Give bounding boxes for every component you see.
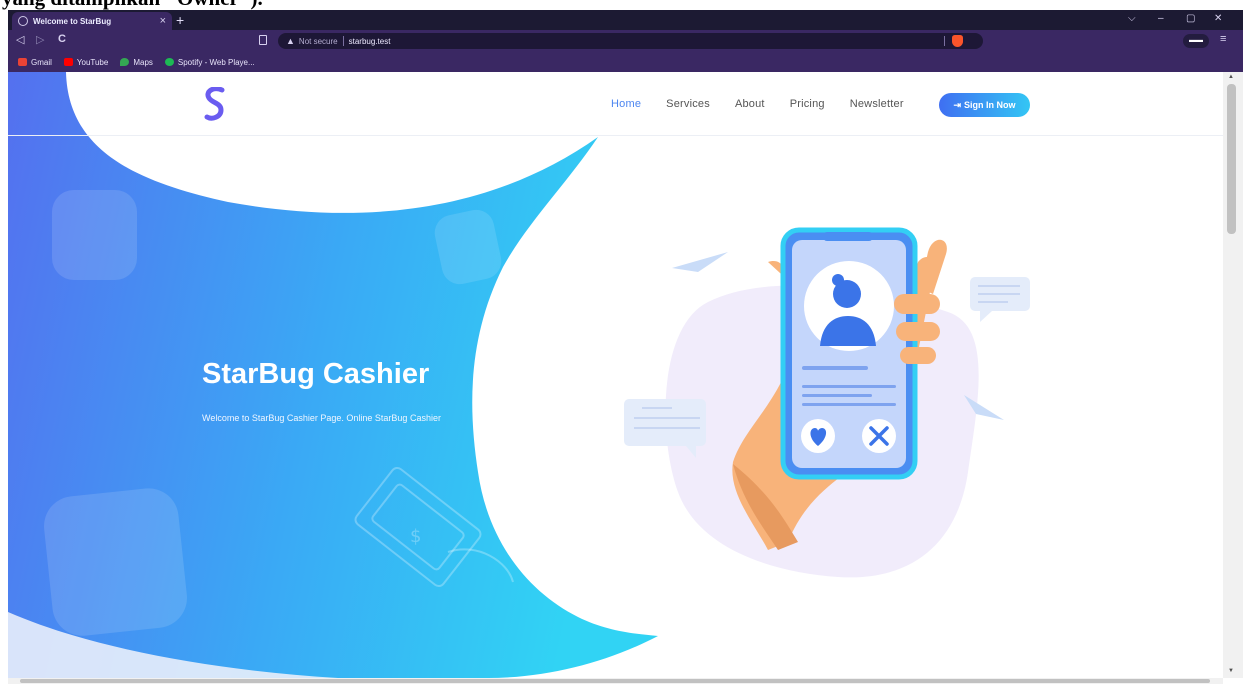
private-glasses-icon[interactable]: ▬▬: [1183, 34, 1209, 48]
menu-icon[interactable]: ≡: [1220, 33, 1226, 45]
restore-button[interactable]: ▢: [1186, 13, 1195, 24]
browser-toolbar: ◁ ▷ C ▲ Not secure starbug.test ▬▬ ≡: [8, 30, 1243, 52]
nav-link-services[interactable]: Services: [666, 98, 710, 110]
forward-button[interactable]: ▷: [36, 33, 44, 46]
tab-search-icon[interactable]: ⌵: [1128, 13, 1136, 24]
hero-background: $: [8, 72, 1030, 678]
document-caption: yang ditampilkan "Owner").: [2, 0, 263, 10]
finger: [894, 294, 940, 314]
nav-link-home[interactable]: Home: [611, 98, 641, 110]
address-divider: [342, 36, 344, 46]
bookmark-label: Spotify - Web Playe...: [177, 57, 255, 67]
text-line: [802, 385, 896, 388]
horizontal-scrollbar[interactable]: [8, 678, 1223, 684]
tab-close-icon[interactable]: ×: [160, 15, 166, 27]
nav-link-pricing[interactable]: Pricing: [790, 98, 825, 110]
starbug-logo-icon[interactable]: [203, 87, 227, 121]
site-header: Home Services About Pricing Newsletter ⇥…: [8, 72, 1223, 136]
page-viewport: $ Home Services About Pricing Newsletter…: [8, 72, 1223, 678]
hero-title: StarBug Cashier: [202, 358, 430, 390]
scroll-up-icon[interactable]: ▲: [1228, 74, 1234, 80]
address-bar[interactable]: ▲ Not secure starbug.test: [278, 33, 983, 49]
text-line: [802, 403, 896, 406]
chat-bubble-icon: [970, 277, 1030, 322]
bookmarks-bar: Gmail YouTube Maps Spotify - Web Playe..…: [8, 52, 1243, 72]
main-nav: Home Services About Pricing Newsletter: [611, 98, 904, 110]
bookmark-label: YouTube: [76, 57, 109, 67]
new-tab-button[interactable]: +: [176, 12, 184, 28]
paper-plane-icon: [672, 252, 728, 272]
hero-subtitle: Welcome to StarBug Cashier Page. Online …: [202, 413, 441, 423]
bookmark-label: Maps: [133, 57, 153, 67]
finger: [896, 322, 940, 341]
warning-icon: ▲: [286, 36, 295, 46]
vertical-scroll-thumb[interactable]: [1227, 84, 1236, 234]
chat-bubble-icon: [624, 399, 706, 458]
nav-link-newsletter[interactable]: Newsletter: [850, 98, 904, 110]
sign-in-label: Sign In Now: [964, 100, 1016, 110]
phone-notch: [823, 232, 873, 241]
deco-square: [44, 488, 187, 636]
bookmark-youtube[interactable]: YouTube: [63, 57, 109, 67]
back-button[interactable]: ◁: [16, 33, 24, 46]
sign-in-button[interactable]: ⇥ Sign In Now: [939, 93, 1030, 117]
bookmark-icon[interactable]: [259, 35, 267, 45]
maps-pin-icon: [120, 58, 130, 66]
tab-title: Welcome to StarBug: [33, 16, 112, 26]
youtube-icon: [63, 58, 73, 66]
svg-text:$: $: [410, 526, 421, 547]
not-secure-label: Not secure: [298, 36, 338, 46]
finger: [900, 347, 936, 364]
browser-tab-bar: Welcome to StarBug × + ⌵ – ▢ ✕: [8, 10, 1243, 30]
bookmark-spotify[interactable]: Spotify - Web Playe...: [164, 57, 255, 67]
text-line: [802, 366, 868, 370]
deco-square: [52, 190, 137, 280]
vertical-scrollbar[interactable]: ▲ ▼: [1223, 72, 1243, 678]
spotify-icon: [164, 58, 174, 66]
text-line: [802, 394, 872, 397]
address-end-divider: [944, 36, 945, 46]
bookmark-maps[interactable]: Maps: [120, 58, 153, 67]
horizontal-scroll-thumb[interactable]: [20, 679, 1210, 683]
bookmark-label: Gmail: [31, 57, 52, 67]
bookmark-gmail[interactable]: Gmail: [18, 58, 52, 67]
brave-shield-icon[interactable]: [952, 35, 963, 47]
document-caption-strip: yang ditampilkan "Owner").: [0, 0, 1243, 10]
nav-link-about[interactable]: About: [735, 98, 765, 110]
close-window-button[interactable]: ✕: [1214, 13, 1222, 24]
browser-tab[interactable]: Welcome to StarBug ×: [12, 12, 172, 30]
reload-button[interactable]: C: [58, 33, 66, 45]
sign-in-arrow-icon: ⇥: [953, 99, 962, 110]
globe-icon: [18, 16, 28, 26]
gmail-icon: [18, 58, 27, 66]
scroll-down-icon[interactable]: ▼: [1228, 668, 1234, 674]
minimize-button[interactable]: –: [1158, 13, 1164, 24]
url-text: starbug.test: [348, 36, 391, 46]
